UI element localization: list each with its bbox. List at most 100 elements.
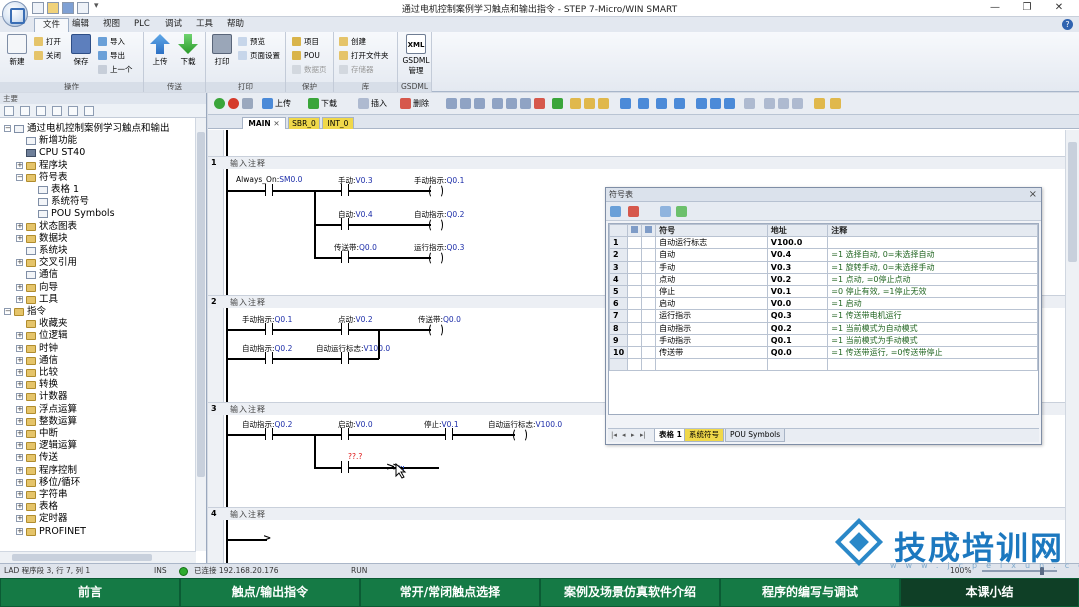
toolbar-tool-icon[interactable] (446, 98, 457, 109)
comment-cell[interactable]: =1 传送带电机运行 (827, 309, 1038, 323)
toolbar-tool-icon[interactable] (778, 98, 789, 109)
table-row[interactable]: 8 自动指示 Q0.2 =1 当前模式为自动模式 (609, 321, 1038, 335)
table-row[interactable]: 3 手动 V0.3 =1 旋转手动, 0=未选择手动 (609, 260, 1038, 274)
address-cell[interactable]: Q0.2 (766, 321, 829, 335)
network-comment[interactable]: 输入注释 (230, 158, 266, 169)
contact-auto-indicator[interactable] (265, 352, 273, 364)
expand-icon[interactable]: + (16, 295, 23, 303)
comment-cell[interactable] (827, 236, 1038, 250)
new-button[interactable]: 新建 (4, 34, 30, 67)
network-comment[interactable]: 输入注释 (230, 297, 266, 308)
tab-plc[interactable]: PLC (126, 18, 158, 32)
print-button[interactable]: 打印 (209, 34, 235, 67)
toolbar-tool-icon[interactable] (674, 98, 685, 109)
symbol-cell[interactable]: 手动 (655, 260, 768, 274)
network-header[interactable]: 1 输入注释 (208, 156, 1065, 169)
save-button[interactable]: 保存 (68, 34, 94, 67)
expand-icon[interactable]: + (16, 417, 23, 425)
collapse-icon[interactable]: − (4, 308, 11, 315)
toolbar-tool-icon[interactable] (474, 98, 485, 109)
expand-icon[interactable]: + (16, 332, 23, 340)
expand-icon[interactable]: + (16, 478, 23, 486)
collapse-icon[interactable]: − (4, 125, 11, 132)
empty-cell[interactable] (766, 358, 829, 372)
table-row[interactable]: 5 停止 V0.1 =0 停止有效, =1停止无效 (609, 284, 1038, 299)
expand-icon[interactable]: + (16, 442, 23, 450)
memory-button[interactable]: 存储器 (339, 64, 374, 75)
table-row[interactable]: 7 运行指示 Q0.3 =1 传送带电机运行 (609, 309, 1038, 323)
toolbar-tool-icon[interactable] (584, 98, 595, 109)
symbol-cell[interactable]: 运行指示 (655, 309, 768, 323)
tree-horizontal-scrollbar[interactable] (0, 551, 196, 563)
collapse-icon[interactable]: − (16, 173, 23, 181)
run-icon[interactable] (214, 98, 225, 109)
gsdml-manage-button[interactable]: XML GSDML 管理 (402, 34, 430, 76)
toolbar-tool-icon[interactable] (492, 98, 503, 109)
expand-icon[interactable]: + (16, 234, 23, 242)
download-button[interactable]: 下载 (175, 34, 201, 67)
contact-jog[interactable] (341, 323, 349, 335)
toolbar-tool-icon[interactable] (534, 98, 545, 109)
tree-hscroll-thumb[interactable] (12, 554, 152, 561)
toolbar-tool-icon[interactable] (570, 98, 581, 109)
delete-icon[interactable] (400, 98, 411, 109)
symbol-cell[interactable]: 传送带 (655, 345, 768, 360)
close-icon[interactable]: × (1029, 188, 1037, 202)
protect-project-button[interactable]: 项目 (292, 36, 319, 47)
symbol-cell[interactable]: 点动 (655, 272, 768, 286)
coil-auto-run-flag[interactable] (513, 428, 527, 442)
download-icon[interactable] (308, 98, 319, 109)
tab-view[interactable]: 视图 (95, 18, 128, 32)
address-cell[interactable]: Q0.1 (766, 333, 829, 347)
address-cell[interactable]: V0.3 (766, 260, 829, 274)
upload-icon[interactable] (262, 98, 273, 109)
comment-cell[interactable]: =1 旋转手动, 0=未选择手动 (827, 260, 1038, 274)
insert-dropdown[interactable]: 插入 (371, 98, 387, 109)
network-header[interactable]: 4 输入注释 (208, 507, 1065, 520)
upload-dropdown[interactable]: 上传 (275, 98, 291, 109)
toolbar-tool-icon[interactable] (830, 98, 841, 109)
contact-auto-indicator[interactable] (265, 428, 273, 440)
close-window-button[interactable]: ✕ (1048, 1, 1070, 15)
empty-cell[interactable] (609, 358, 629, 372)
toolbar-tool-icon[interactable] (460, 98, 471, 109)
toolbar-tool-icon[interactable] (764, 98, 775, 109)
expand-icon[interactable]: + (16, 454, 23, 462)
course-chapter-contact-output[interactable]: 触点/输出指令 (181, 579, 359, 606)
table-row[interactable]: 4 点动 V0.2 =1 点动, =0停止点动 (609, 272, 1038, 286)
address-cell[interactable]: Q0.3 (766, 309, 829, 323)
tab-tools[interactable]: 工具 (188, 18, 221, 32)
comment-cell[interactable]: =1 启动 (827, 297, 1038, 311)
expand-icon[interactable]: + (16, 369, 23, 376)
tab-main[interactable]: MAIN ✕ (242, 117, 286, 129)
tree-tool-icon[interactable] (84, 106, 94, 116)
tree-tool-icon[interactable] (52, 106, 62, 116)
tab-sbr0[interactable]: SBR_0 (288, 117, 320, 129)
table-row[interactable]: 9 手动指示 Q0.1 =1 当前模式为手动模式 (609, 333, 1038, 347)
expand-icon[interactable]: + (16, 393, 23, 401)
comment-cell[interactable]: =1 传送带运行, =0传送带停止 (827, 345, 1038, 360)
address-cell[interactable]: V0.2 (766, 272, 829, 286)
course-chapter-summary[interactable]: 本课小结 (901, 579, 1078, 606)
symbol-cell[interactable]: 自动指示 (655, 321, 768, 335)
close-button[interactable]: 关闭 (34, 50, 61, 61)
import-button[interactable]: 导入 (98, 36, 125, 47)
symbol-table-titlebar[interactable]: 符号表 × (606, 188, 1041, 202)
comment-cell[interactable]: =1 选择自动, 0=未选择自动 (827, 248, 1038, 262)
symbol-cell[interactable]: 手动指示 (655, 333, 768, 347)
toolbar-tool-icon[interactable] (744, 98, 755, 109)
tree-scroll-thumb[interactable] (197, 132, 205, 477)
expand-icon[interactable]: + (16, 356, 23, 364)
toolbar-tool-icon[interactable] (710, 98, 721, 109)
expand-icon[interactable]: + (16, 515, 23, 523)
expand-icon[interactable]: + (16, 430, 23, 437)
sheet-tab-system-symbols[interactable]: 系统符号 (684, 429, 724, 442)
address-cell[interactable]: V0.1 (766, 284, 829, 299)
course-chapter-simulation-intro[interactable]: 案例及场景仿真软件介绍 (541, 579, 719, 606)
expand-icon[interactable]: + (16, 259, 23, 267)
symbol-cell[interactable]: 自动 (655, 248, 768, 262)
toolbar-tool-icon[interactable] (620, 98, 631, 109)
tab-help[interactable]: 帮助 (219, 18, 252, 32)
symbol-cell[interactable]: 停止 (655, 284, 768, 299)
insert-icon[interactable] (358, 98, 369, 109)
